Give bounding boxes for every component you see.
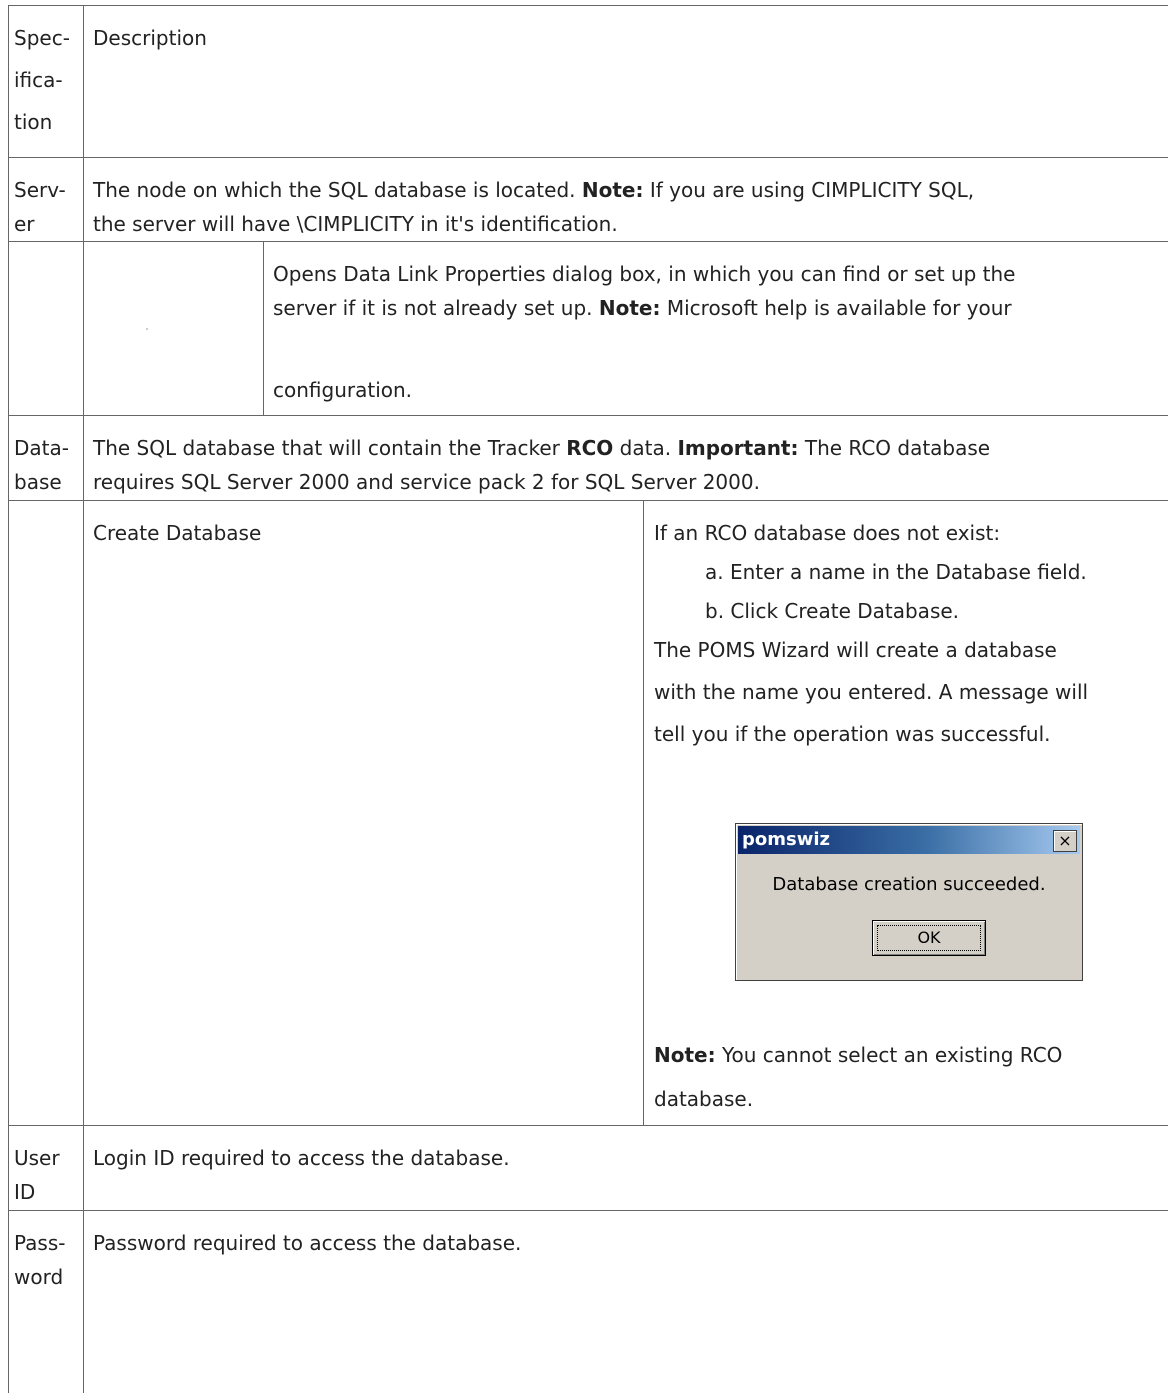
header-spec-line-3: tion — [14, 110, 53, 134]
create-db-step-a: a. Enter a name in the Database field. — [705, 560, 1087, 584]
server-desc-prefix: The node on which the SQL database is lo… — [93, 178, 582, 202]
database-desc-line-1: The SQL database that will contain the T… — [93, 432, 990, 465]
user-id-spec-line-1: User — [14, 1146, 60, 1170]
database-important-label: Important: — [677, 436, 799, 460]
button-row-note-label: Note: — [598, 296, 661, 320]
rule-button-col — [263, 241, 264, 415]
ok-button[interactable]: OK — [872, 920, 986, 956]
database-spec-line-2: base — [14, 470, 62, 494]
server-desc-line-1: The node on which the SQL database is lo… — [93, 174, 974, 207]
button-row-line-2: server if it is not already set up. Note… — [273, 292, 1012, 325]
database-desc-suffix: The RCO database — [798, 436, 991, 460]
server-note-label: Note: — [581, 178, 644, 202]
pomswiz-dialog: pomswiz × Database creation succeeded. O… — [735, 823, 1083, 981]
dialog-title-bar: pomswiz × — [738, 826, 1080, 854]
database-desc-line-2: requires SQL Server 2000 and service pac… — [93, 470, 760, 494]
server-desc-suffix: If you are using CIMPLICITY SQL, — [643, 178, 975, 202]
create-db-step-b: b. Click Create Database. — [705, 599, 960, 623]
button-row-line-2-suffix: Microsoft help is available for your — [660, 296, 1012, 320]
create-db-note-line-1: Note: You cannot select an existing RCO — [654, 1039, 1062, 1072]
create-db-intro: If an RCO database does not exist: — [654, 521, 1001, 545]
button-row-line-1: Opens Data Link Properties dialog box, i… — [273, 262, 1016, 286]
database-rco-bold: RCO — [566, 436, 614, 460]
server-spec-line-1: Serv- — [14, 178, 66, 202]
rule-left — [8, 5, 9, 1393]
close-icon[interactable]: × — [1053, 830, 1077, 852]
rule-after-user-id — [8, 1210, 1168, 1211]
database-desc-mid: data. — [613, 436, 678, 460]
header-spec-line-2: ifica- — [14, 68, 63, 92]
server-spec-line-2: er — [14, 212, 35, 236]
create-database-label: Create Database — [93, 521, 262, 545]
rule-after-header — [8, 157, 1168, 158]
header-description: Description — [93, 26, 207, 50]
dialog-title: pomswiz — [742, 829, 830, 850]
data-link-button-placeholder[interactable] — [146, 328, 148, 330]
user-id-spec-line-2: ID — [14, 1180, 36, 1204]
ok-button-focus-rect — [877, 925, 981, 951]
database-desc-prefix: The SQL database that will contain the T… — [93, 436, 567, 460]
button-row-line-2-prefix: server if it is not already set up. — [273, 296, 599, 320]
rule-after-button-row — [8, 415, 1168, 416]
dialog-message: Database creation succeeded. — [772, 874, 1046, 895]
rule-create-db-col — [643, 500, 644, 1125]
create-db-result-line-1: The POMS Wizard will create a database — [654, 638, 1057, 662]
create-db-result-line-3: tell you if the operation was successful… — [654, 722, 1051, 746]
create-db-note-line-2: database. — [654, 1087, 754, 1111]
rule-after-server — [8, 241, 1168, 242]
button-row-line-3: configuration. — [273, 378, 413, 402]
rule-after-database — [8, 500, 1168, 501]
password-desc: Password required to access the database… — [93, 1231, 522, 1255]
header-spec-line-1: Spec- — [14, 26, 70, 50]
password-spec-line-1: Pass- — [14, 1231, 66, 1255]
user-id-desc: Login ID required to access the database… — [93, 1146, 510, 1170]
server-desc-line-2: the server will have \CIMPLICITY in it's… — [93, 212, 618, 236]
rule-after-create-db — [8, 1125, 1168, 1126]
rule-spec-col — [83, 5, 84, 1393]
create-db-note-text: You cannot select an existing RCO — [715, 1043, 1063, 1067]
rule-top — [8, 5, 1168, 6]
create-db-result-line-2: with the name you entered. A message wil… — [654, 680, 1089, 704]
create-db-note-label: Note: — [654, 1043, 716, 1067]
database-spec-line-1: Data- — [14, 436, 69, 460]
password-spec-line-2: word — [14, 1265, 64, 1289]
